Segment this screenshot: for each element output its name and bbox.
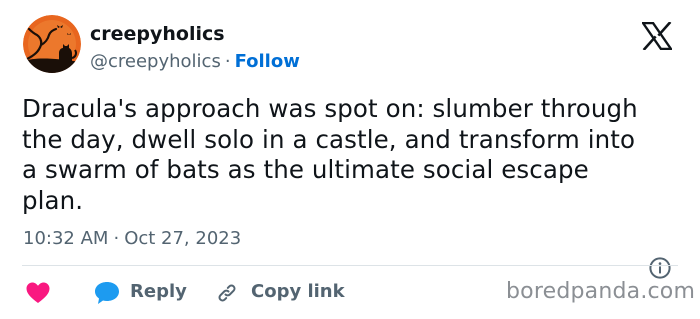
copy-link-button[interactable]: Copy link — [251, 280, 345, 304]
tweet-date: Oct 27, 2023 — [124, 228, 242, 249]
author-display-name[interactable]: creepyholics — [90, 22, 225, 46]
heart-icon[interactable] — [25, 281, 51, 305]
action-bar: Reply Copy link boredpanda.com — [0, 278, 700, 306]
separator-dot: · — [113, 228, 120, 249]
watermark: boredpanda.com — [506, 279, 696, 304]
speech-bubble-icon[interactable] — [93, 280, 121, 306]
avatar[interactable] — [23, 15, 81, 73]
divider — [22, 265, 678, 266]
follow-button[interactable]: Follow — [235, 51, 300, 72]
link-icon[interactable] — [215, 281, 239, 305]
tweet-time: 10:32 AM — [23, 228, 109, 249]
tweet-text: Dracula's approach was spot on: slumber … — [22, 94, 638, 215]
separator-dot: · — [224, 51, 231, 72]
tweet-card: creepyholics @creepyholics · Follow Dracul… — [0, 0, 700, 319]
halloween-moon-avatar-icon — [23, 15, 81, 73]
author-handle[interactable]: @creepyholics — [90, 51, 221, 72]
author-handle-row: @creepyholics · Follow — [90, 50, 300, 74]
x-logo-icon[interactable] — [642, 22, 672, 50]
tweet-timestamp[interactable]: 10:32 AM · Oct 27, 2023 — [23, 227, 241, 251]
reply-button[interactable]: Reply — [130, 280, 187, 304]
info-icon[interactable] — [648, 256, 672, 280]
